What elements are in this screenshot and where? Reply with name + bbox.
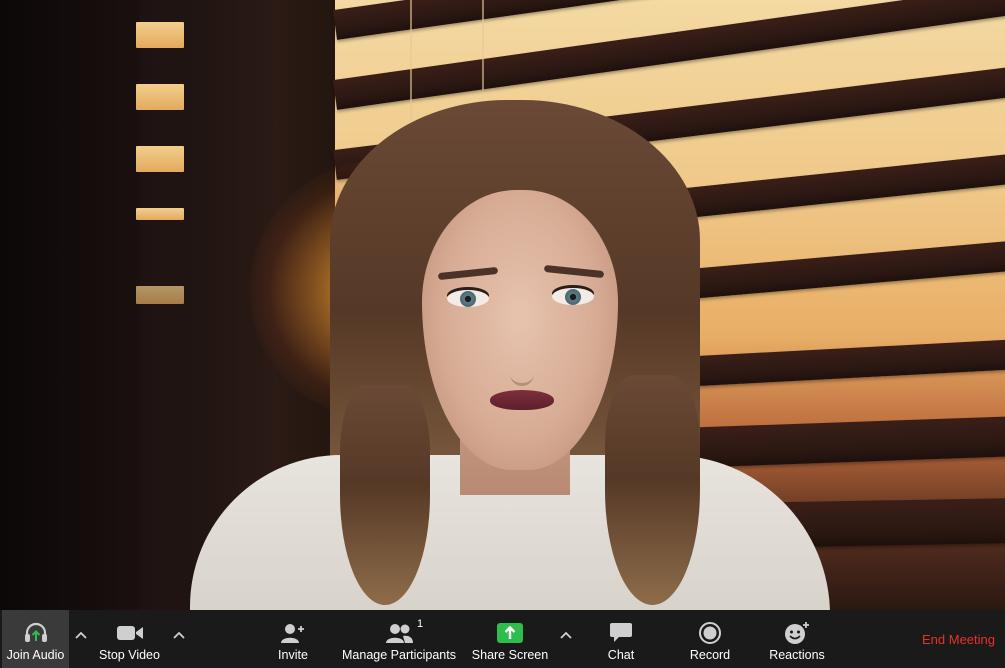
hair: [605, 375, 700, 605]
reactions-button[interactable]: Reactions: [765, 610, 829, 668]
window-pane: [136, 146, 184, 172]
background-wall: [0, 0, 140, 610]
stop-video-label: Stop Video: [99, 648, 160, 662]
share-screen-button[interactable]: Share Screen: [468, 610, 552, 668]
join-audio-button[interactable]: Join Audio: [2, 610, 69, 668]
manage-participants-button[interactable]: 1 Manage Participants: [338, 610, 460, 668]
eyebrow: [543, 264, 605, 279]
window-pane: [136, 286, 184, 304]
chevron-up-icon: [173, 631, 185, 639]
headphones-icon: [23, 618, 49, 648]
record-icon: [698, 618, 722, 648]
chat-label: Chat: [607, 648, 635, 662]
manage-participants-label: Manage Participants: [342, 648, 456, 662]
record-button[interactable]: Record: [686, 610, 734, 668]
chat-bubble-icon: [609, 618, 633, 648]
smiley-add-icon: [784, 618, 810, 648]
nose: [510, 335, 534, 386]
share-screen-label: Share Screen: [471, 648, 549, 662]
chevron-up-icon: [75, 631, 87, 639]
add-person-icon: [280, 618, 306, 648]
eyebrow: [437, 266, 499, 281]
blind-cord: [482, 0, 484, 90]
join-audio-label: Join Audio: [6, 648, 65, 662]
participants-icon: [384, 618, 414, 648]
invite-label: Invite: [278, 648, 308, 662]
end-meeting-button[interactable]: End Meeting: [922, 632, 995, 647]
record-label: Record: [689, 648, 731, 662]
share-screen-icon: [497, 618, 523, 648]
window-pane: [136, 22, 184, 48]
window-pane: [136, 208, 184, 220]
meeting-toolbar: Join Audio Stop Video Invite 1 Manage Pa…: [0, 610, 1005, 668]
reactions-label: Reactions: [769, 648, 825, 662]
participant-count: 1: [417, 618, 424, 630]
lips: [490, 390, 554, 410]
video-options-caret[interactable]: [171, 627, 187, 643]
share-options-caret[interactable]: [558, 627, 574, 643]
audio-options-caret[interactable]: [73, 627, 89, 643]
participant-person: [190, 95, 850, 610]
window-pane: [136, 84, 184, 110]
stop-video-button[interactable]: Stop Video: [93, 610, 166, 668]
invite-button[interactable]: Invite: [270, 610, 316, 668]
eye: [447, 290, 489, 307]
meeting-window: Join Audio Stop Video Invite 1 Manage Pa…: [0, 0, 1005, 668]
chevron-up-icon: [560, 631, 572, 639]
participant-video: [0, 0, 1005, 610]
chat-button[interactable]: Chat: [600, 610, 642, 668]
video-camera-icon: [116, 618, 144, 648]
eye: [552, 288, 594, 305]
hair: [340, 385, 430, 605]
